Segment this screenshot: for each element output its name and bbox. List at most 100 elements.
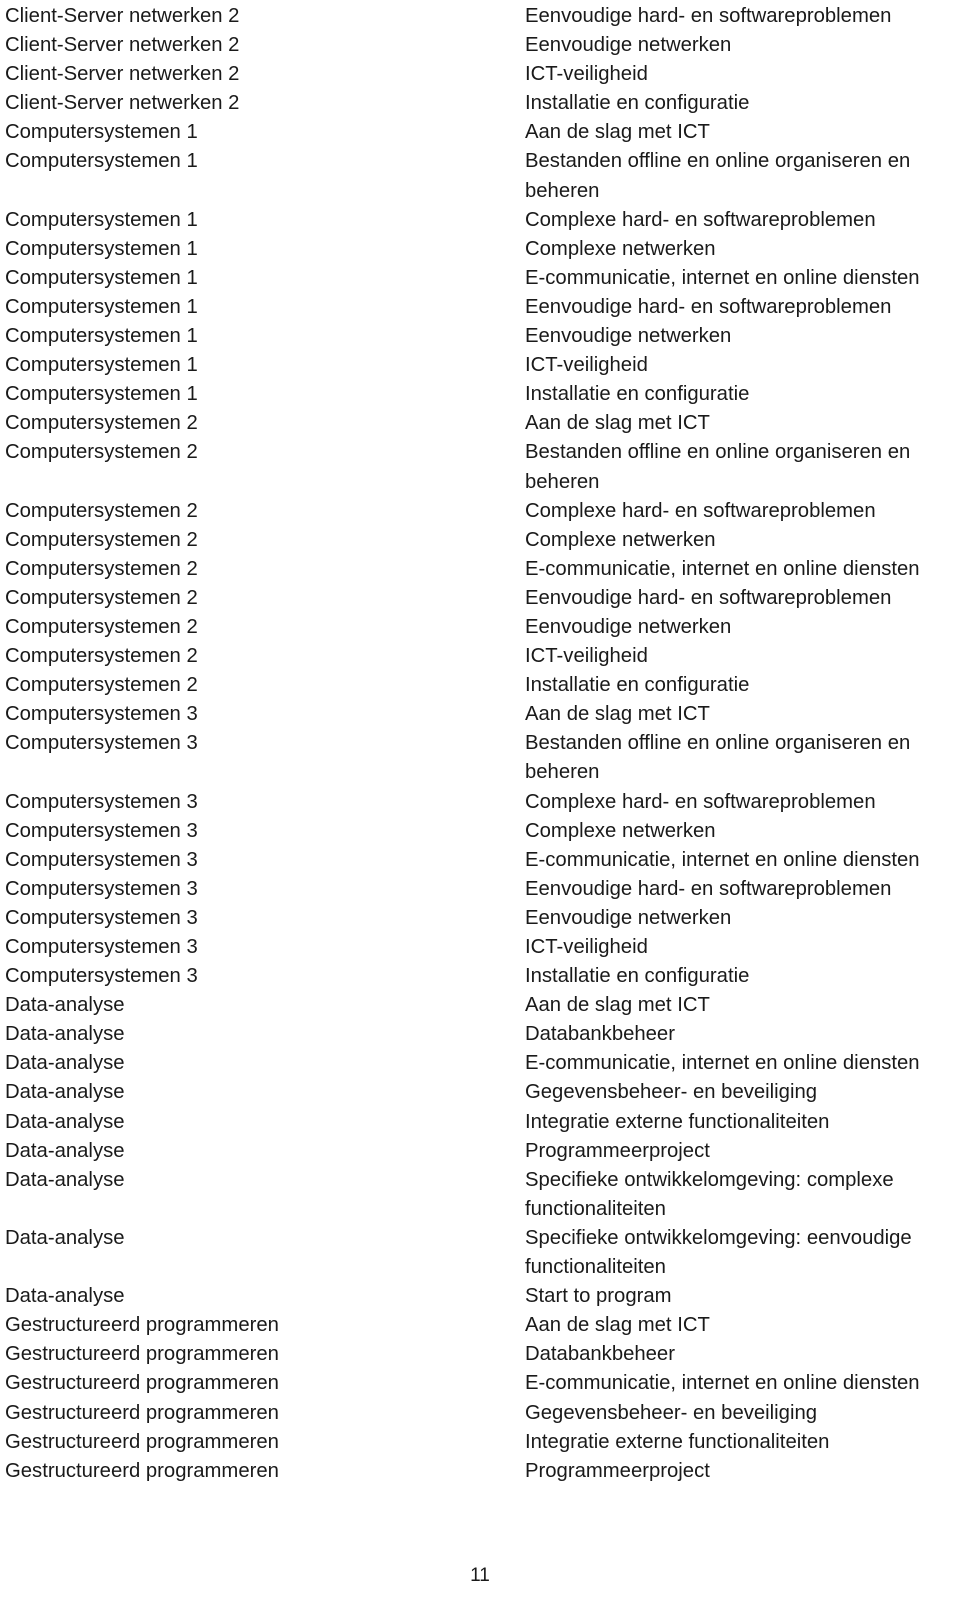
table-row: Gestructureerd programmeren Databankbehee…: [0, 1340, 960, 1369]
table-row: Gestructureerd programmeren Programmeerpr…: [0, 1457, 960, 1486]
table-row: Client-Server netwerken 2 Installatie en …: [0, 89, 960, 118]
table-row: Computersystemen 3 Installatie en configu…: [0, 962, 960, 991]
module-name-cell: Eenvoudige hard- en softwareproblemen: [525, 295, 892, 318]
course-name-cell: Computersystemen 2: [5, 615, 198, 638]
table-row: Gestructureerd programmeren E-communicati…: [0, 1369, 960, 1398]
course-name-cell: Computersystemen 3: [5, 790, 198, 813]
table-row: Computersystemen 2 E-communicatie, intern…: [0, 555, 960, 584]
course-name-cell: Computersystemen 2: [5, 412, 198, 435]
table-row: Computersystemen 1 Complexe hard- en soft…: [0, 206, 960, 235]
module-name-cell: ICT-veiligheid: [525, 936, 648, 958]
course-name-cell: Computersystemen 3: [5, 877, 198, 900]
table-row: Gestructureerd programmeren Integratie ex…: [0, 1428, 960, 1457]
module-name-cell: E-communicatie, internet en online diens…: [525, 1052, 920, 1075]
table-row: Computersystemen 3 Eenvoudige netwerken: [0, 904, 960, 933]
course-name-cell: Data-analyse: [5, 994, 125, 1017]
table-row: Data-analyse E-communicatie, internet en …: [0, 1049, 960, 1078]
module-name-cell: Installatie en configuratie: [525, 965, 750, 988]
course-name-cell: Data-analyse: [5, 1168, 125, 1191]
course-name-cell: Data-analyse: [5, 1023, 125, 1046]
module-name-cell: Start to program: [525, 1285, 672, 1308]
table-row: Computersystemen 2 Eenvoudige hard- en so…: [0, 584, 960, 613]
table-row: Computersystemen 1 Bestanden offline en o…: [0, 147, 960, 205]
module-name-cell: Integratie externe functionaliteiten: [525, 1430, 830, 1453]
module-name-cell: Installatie en configuratie: [525, 674, 750, 697]
module-name-cell: Installatie en configuratie: [525, 383, 750, 406]
course-name-cell: Computersystemen 3: [5, 819, 198, 842]
module-name-cell: Bestanden offline en online organiseren …: [525, 150, 911, 202]
module-name-cell: ICT-veiligheid: [525, 645, 648, 668]
course-name-cell: Data-analyse: [5, 1285, 125, 1308]
course-name-cell: Client-Server netwerken 2: [5, 5, 240, 27]
table-row: Gestructureerd programmeren Gegevensbehee…: [0, 1399, 960, 1428]
table-row: Data-analyse Specifieke ontwikkelomgeving…: [0, 1224, 960, 1282]
course-name-cell: Computersystemen 1: [5, 266, 198, 289]
table-row: Computersystemen 2 Installatie en configu…: [0, 671, 960, 700]
table-row: Data-analyse Integratie externe functiona…: [0, 1108, 960, 1137]
course-module-table: Client-Server netwerken 2 Eenvoudige hard…: [0, 0, 960, 1486]
table-row: Client-Server netwerken 2 Eenvoudige netw…: [0, 31, 960, 60]
module-name-cell: Complexe hard- en softwareproblemen: [525, 208, 876, 231]
table-row: Computersystemen 1 Complexe netwerken: [0, 235, 960, 264]
module-name-cell: Eenvoudige netwerken: [525, 906, 732, 929]
module-name-cell: Specifieke ontwikkelomgeving: complexe f…: [525, 1168, 894, 1220]
course-name-cell: Data-analyse: [5, 1139, 125, 1162]
table-row: Computersystemen 3 Complexe netwerken: [0, 817, 960, 846]
table-row: Computersystemen 2 Aan de slag met ICT: [0, 409, 960, 438]
course-name-cell: Gestructureerd programmeren: [5, 1401, 279, 1424]
table-row: Computersystemen 1 E-communicatie, intern…: [0, 264, 960, 293]
table-row: Computersystemen 1 Eenvoudige hard- en so…: [0, 293, 960, 322]
module-name-cell: Integratie externe functionaliteiten: [525, 1110, 830, 1133]
table-row: Data-analyse Gegevensbeheer- en beveiligi…: [0, 1078, 960, 1107]
course-name-cell: Data-analyse: [5, 1081, 125, 1104]
module-name-cell: Aan de slag met ICT: [525, 994, 710, 1017]
module-name-cell: Bestanden offline en online organiseren …: [525, 732, 911, 784]
module-name-cell: Complexe netwerken: [525, 237, 716, 260]
table-row: Computersystemen 1 Aan de slag met ICT: [0, 118, 960, 147]
course-name-cell: Client-Server netwerken 2: [5, 63, 240, 86]
module-name-cell: Databankbeheer: [525, 1343, 675, 1366]
module-name-cell: Programmeerproject: [525, 1139, 710, 1162]
module-name-cell: Gegevensbeheer- en beveiliging: [525, 1081, 818, 1104]
table-row: Computersystemen 2 Complexe netwerken: [0, 526, 960, 555]
module-name-cell: Eenvoudige hard- en softwareproblemen: [525, 5, 892, 27]
table-row: Computersystemen 3 Eenvoudige hard- en so…: [0, 875, 960, 904]
module-name-cell: Complexe hard- en softwareproblemen: [525, 790, 876, 813]
module-name-cell: Gegevensbeheer- en beveiliging: [525, 1401, 818, 1424]
course-name-cell: Gestructureerd programmeren: [5, 1343, 279, 1366]
course-name-cell: Computersystemen 2: [5, 441, 198, 464]
module-name-cell: Aan de slag met ICT: [525, 1314, 710, 1337]
course-name-cell: Computersystemen 3: [5, 965, 198, 988]
course-name-cell: Gestructureerd programmeren: [5, 1459, 279, 1482]
course-name-cell: Computersystemen 3: [5, 732, 198, 755]
table-row: Computersystemen 2 Complexe hard- en soft…: [0, 497, 960, 526]
course-name-cell: Gestructureerd programmeren: [5, 1372, 279, 1395]
module-name-cell: Bestanden offline en online organiseren …: [525, 441, 911, 493]
course-name-cell: Computersystemen 3: [5, 703, 198, 726]
table-row: Computersystemen 3 Bestanden offline en o…: [0, 729, 960, 787]
module-name-cell: Complexe netwerken: [525, 528, 716, 551]
module-name-cell: Installatie en configuratie: [525, 92, 750, 115]
table-row: Data-analyse Start to program: [0, 1282, 960, 1311]
course-name-cell: Computersystemen 3: [5, 936, 198, 958]
course-name-cell: Computersystemen 3: [5, 906, 198, 929]
module-name-cell: Aan de slag met ICT: [525, 121, 710, 144]
course-name-cell: Computersystemen 2: [5, 557, 198, 580]
module-name-cell: Databankbeheer: [525, 1023, 675, 1046]
course-name-cell: Client-Server netwerken 2: [5, 92, 240, 115]
module-name-cell: Specifieke ontwikkelomgeving: eenvoudige…: [525, 1226, 912, 1279]
module-name-cell: E-communicatie, internet en online diens…: [525, 1372, 920, 1395]
module-name-cell: Aan de slag met ICT: [525, 412, 710, 435]
table-row: Computersystemen 3 E-communicatie, intern…: [0, 846, 960, 875]
module-name-cell: Complexe hard- en softwareproblemen: [525, 499, 876, 522]
table-row: Gestructureerd programmeren Aan de slag m…: [0, 1311, 960, 1340]
page-number: 11: [470, 1565, 490, 1586]
table-row: Computersystemen 1 Eenvoudige netwerken: [0, 322, 960, 351]
course-name-cell: Computersystemen 2: [5, 586, 198, 609]
table-row: Computersystemen 2 ICT-veiligheid: [0, 642, 960, 671]
course-name-cell: Computersystemen 1: [5, 150, 198, 173]
table-row: Client-Server netwerken 2 Eenvoudige hard…: [0, 2, 960, 31]
document-page: Client-Server netwerken 2 Eenvoudige hard…: [0, 0, 960, 1597]
module-name-cell: Eenvoudige hard- en softwareproblemen: [525, 586, 892, 609]
course-name-cell: Computersystemen 1: [5, 383, 198, 406]
